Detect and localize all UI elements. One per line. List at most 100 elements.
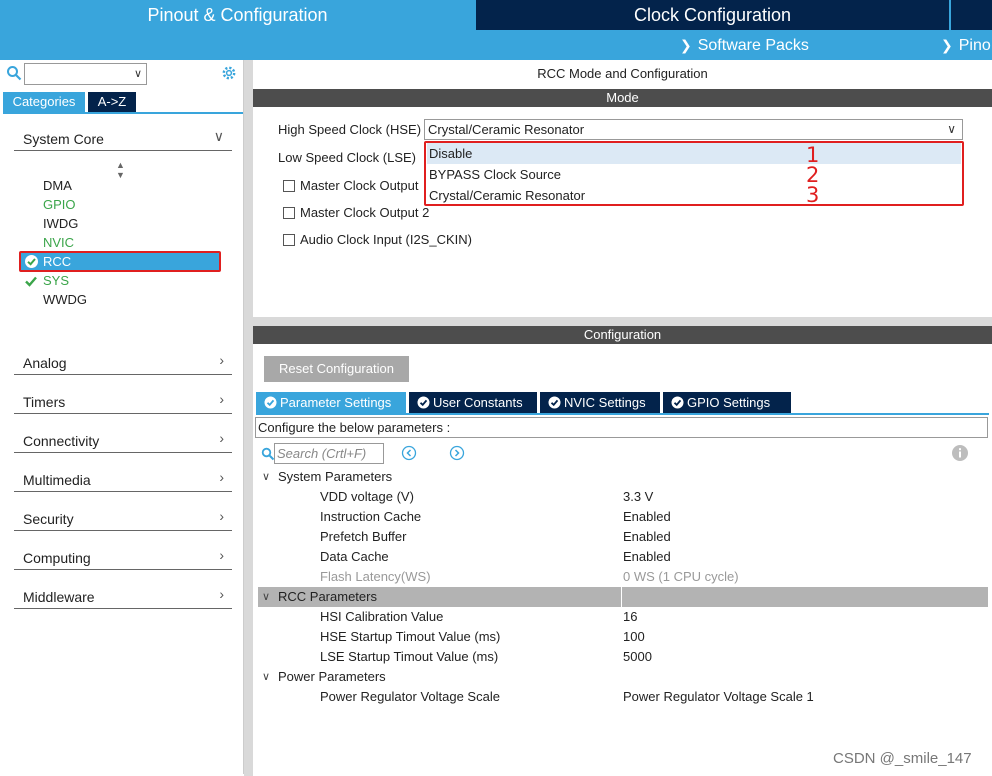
hse-selected-value: Crystal/Ceramic Resonator bbox=[428, 122, 585, 137]
tab-nvic-settings[interactable]: NVIC Settings bbox=[540, 392, 660, 413]
check-circle-icon bbox=[548, 396, 561, 409]
param-name: Power Regulator Voltage Scale bbox=[320, 689, 500, 704]
group-label: RCC Parameters bbox=[278, 589, 377, 604]
gear-icon[interactable] bbox=[220, 64, 238, 82]
checkbox-box[interactable] bbox=[283, 234, 295, 246]
checkbox-box[interactable] bbox=[283, 180, 295, 192]
tree-group-system-parameters[interactable]: ∨ System Parameters bbox=[258, 467, 988, 487]
page-title: RCC Mode and Configuration bbox=[537, 66, 708, 81]
software-packs-label: Software Packs bbox=[697, 37, 809, 54]
annotation-number: 3 bbox=[806, 183, 820, 207]
group-connectivity[interactable]: Connectivity › bbox=[14, 427, 232, 453]
tab-label: NVIC Settings bbox=[564, 395, 646, 410]
reset-configuration-button[interactable]: Reset Configuration bbox=[264, 356, 409, 382]
list-item-gpio[interactable]: GPIO bbox=[43, 195, 76, 214]
check-circle-icon bbox=[25, 255, 38, 268]
hse-label: High Speed Clock (HSE) bbox=[278, 122, 422, 137]
chevron-right-icon: › bbox=[219, 586, 224, 602]
table-row[interactable]: Data Cache Enabled bbox=[258, 547, 988, 567]
group-computing[interactable]: Computing › bbox=[14, 544, 232, 570]
tab-label: GPIO Settings bbox=[687, 395, 771, 410]
category-search-combobox[interactable]: ∨ bbox=[24, 63, 147, 85]
master-clock-output-checkbox[interactable]: Master Clock Output bbox=[283, 178, 419, 194]
list-item-nvic[interactable]: NVIC bbox=[43, 233, 74, 252]
group-label: Multimedia bbox=[23, 472, 91, 488]
param-name: HSI Calibration Value bbox=[320, 609, 444, 624]
chevron-right-icon: › bbox=[219, 352, 224, 368]
table-row[interactable]: Power Regulator Voltage Scale Power Regu… bbox=[258, 687, 988, 707]
tab-user-constants[interactable]: User Constants bbox=[409, 392, 537, 413]
check-icon bbox=[25, 276, 37, 287]
tab-clock-configuration[interactable]: Clock Configuration bbox=[476, 0, 949, 30]
table-row[interactable]: HSI Calibration Value 16 bbox=[258, 607, 988, 627]
group-label: Connectivity bbox=[23, 433, 100, 449]
tree-group-power-parameters[interactable]: ∨ Power Parameters bbox=[258, 667, 988, 687]
table-row[interactable]: VDD voltage (V) 3.3 V bbox=[258, 487, 988, 507]
param-name: VDD voltage (V) bbox=[320, 489, 414, 504]
tab-extra[interactable] bbox=[951, 0, 992, 30]
tab-parameter-settings[interactable]: Parameter Settings bbox=[256, 392, 406, 413]
param-name: LSE Startup Timout Value (ms) bbox=[320, 649, 499, 664]
table-row[interactable]: LSE Startup Timout Value (ms) 5000 bbox=[258, 647, 988, 667]
option-bypass-clock-source[interactable]: BYPASS Clock Source bbox=[427, 164, 961, 185]
tab-label: User Constants bbox=[433, 395, 523, 410]
search-icon[interactable] bbox=[6, 65, 22, 81]
group-label: Security bbox=[23, 511, 74, 527]
list-item-iwdg[interactable]: IWDG bbox=[43, 214, 78, 233]
group-label: Computing bbox=[23, 550, 91, 566]
group-label: System Parameters bbox=[278, 469, 393, 484]
master-clock-output-2-checkbox[interactable]: Master Clock Output 2 bbox=[283, 205, 429, 221]
group-security[interactable]: Security › bbox=[14, 505, 232, 531]
param-name: Flash Latency(WS) bbox=[320, 569, 431, 584]
tab-a-z[interactable]: A->Z bbox=[88, 92, 136, 112]
group-timers[interactable]: Timers › bbox=[14, 388, 232, 414]
option-disable[interactable]: Disable bbox=[427, 143, 961, 164]
checkbox-label: Master Clock Output 2 bbox=[300, 205, 430, 220]
tab-categories[interactable]: Categories bbox=[3, 92, 85, 112]
chevron-down-icon: ❯ bbox=[680, 37, 692, 53]
group-analog[interactable]: Analog › bbox=[14, 349, 232, 375]
parameter-search-input[interactable]: Search (Crtl+F) bbox=[274, 443, 384, 464]
section-splitter[interactable] bbox=[253, 317, 992, 326]
list-item-wwdg[interactable]: WWDG bbox=[43, 290, 87, 309]
list-item-dma[interactable]: DMA bbox=[43, 176, 72, 195]
panel-splitter[interactable] bbox=[244, 60, 253, 776]
table-row: Flash Latency(WS) 0 WS (1 CPU cycle) bbox=[258, 567, 988, 587]
group-middleware[interactable]: Middleware › bbox=[14, 583, 232, 609]
software-packs-menu[interactable]: ❯ Software Packs bbox=[680, 30, 809, 60]
hse-select[interactable]: Crystal/Ceramic Resonator ∨ bbox=[424, 119, 963, 140]
chevron-down-icon: ∨ bbox=[262, 471, 271, 483]
chevron-right-icon: › bbox=[219, 430, 224, 446]
next-result-icon[interactable] bbox=[449, 445, 465, 461]
column-separator bbox=[621, 587, 622, 607]
group-label: System Core bbox=[23, 131, 104, 147]
table-row[interactable]: Instruction Cache Enabled bbox=[258, 507, 988, 527]
tab-gpio-settings[interactable]: GPIO Settings bbox=[663, 392, 791, 413]
tab-underline bbox=[3, 112, 243, 114]
group-system-core[interactable]: System Core ∨ bbox=[14, 125, 232, 151]
pinout-menu-label: Pino bbox=[958, 37, 991, 54]
audio-clock-input-checkbox[interactable]: Audio Clock Input (I2S_CKIN) bbox=[283, 232, 472, 248]
previous-result-icon[interactable] bbox=[401, 445, 417, 461]
tree-group-rcc-parameters[interactable]: ∨ RCC Parameters bbox=[258, 587, 988, 607]
sort-arrow-icon[interactable]: ▲ ▼ bbox=[116, 160, 125, 180]
param-value: 0 WS (1 CPU cycle) bbox=[623, 569, 739, 584]
info-icon[interactable] bbox=[951, 444, 969, 462]
param-value: Enabled bbox=[623, 549, 671, 564]
group-multimedia[interactable]: Multimedia › bbox=[14, 466, 232, 492]
table-row[interactable]: Prefetch Buffer Enabled bbox=[258, 527, 988, 547]
param-value: 16 bbox=[623, 609, 638, 624]
checkbox-box[interactable] bbox=[283, 207, 295, 219]
list-item-sys[interactable]: SYS bbox=[43, 271, 69, 290]
tab-pinout-configuration[interactable]: Pinout & Configuration bbox=[0, 0, 475, 30]
param-value: Enabled bbox=[623, 509, 671, 524]
configuration-section-header: Configuration bbox=[253, 326, 992, 344]
option-crystal-ceramic-resonator[interactable]: Crystal/Ceramic Resonator bbox=[427, 185, 961, 206]
param-value: 5000 bbox=[623, 649, 652, 664]
group-label: Power Parameters bbox=[278, 669, 386, 684]
tab-label: Parameter Settings bbox=[280, 395, 392, 410]
param-name: Data Cache bbox=[320, 549, 389, 564]
pinout-menu[interactable]: ❯ Pino bbox=[941, 30, 991, 60]
list-item-rcc[interactable]: RCC bbox=[19, 251, 221, 272]
table-row[interactable]: HSE Startup Timout Value (ms) 100 bbox=[258, 627, 988, 647]
